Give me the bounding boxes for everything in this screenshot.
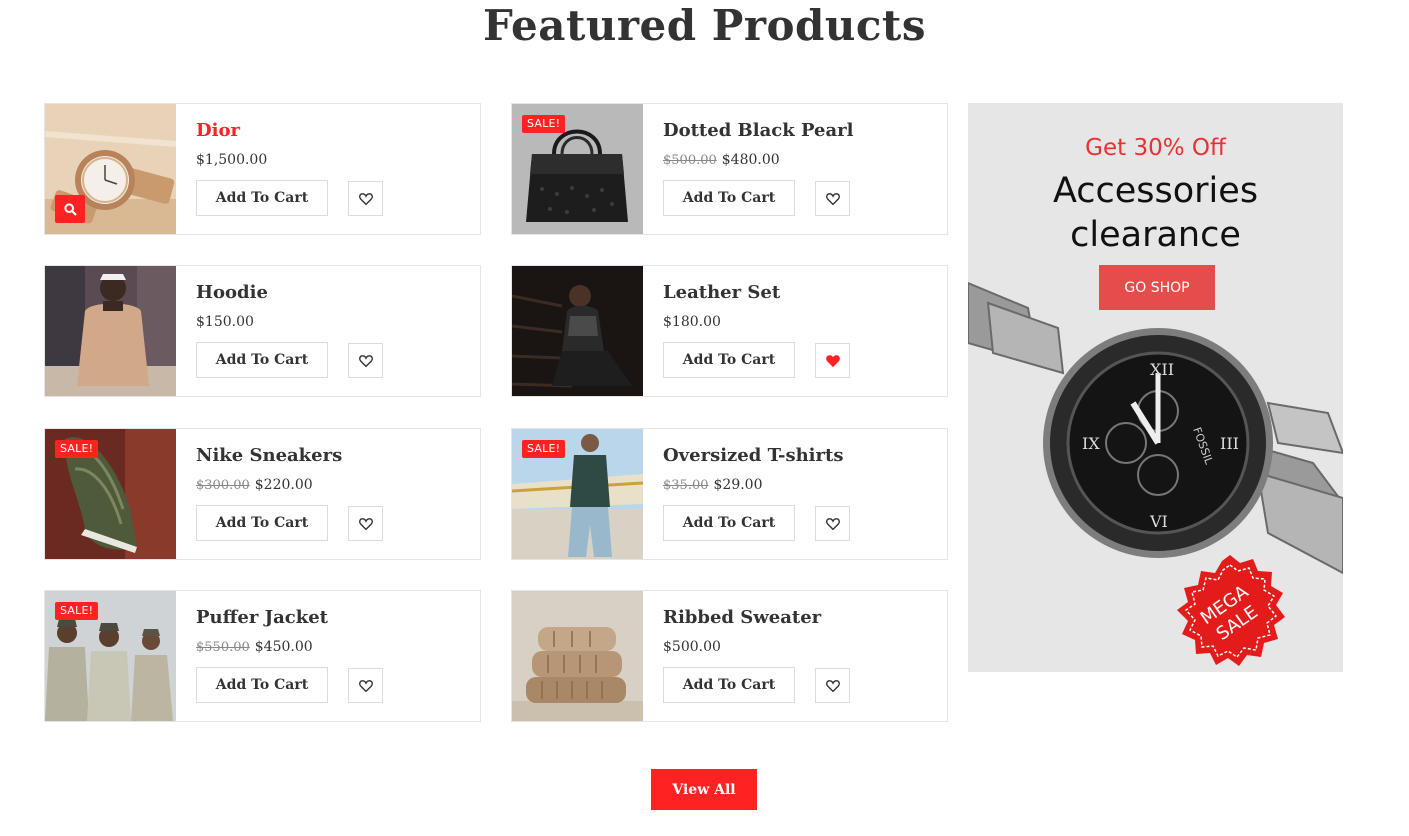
product-name[interactable]: Hoodie — [196, 282, 268, 303]
handbag-image[interactable]: SALE! — [512, 104, 643, 234]
add-to-cart-button[interactable]: Add To Cart — [663, 505, 795, 541]
sale-badge: SALE! — [55, 602, 99, 620]
add-to-cart-button[interactable]: Add To Cart — [196, 667, 328, 703]
product-name[interactable]: Leather Set — [663, 282, 780, 303]
product-price: $1,500.00 — [196, 152, 267, 168]
section-title: Featured Products — [483, 1, 926, 50]
product-name[interactable]: Oversized T-shirts — [663, 445, 843, 466]
heart-outline-icon — [358, 680, 373, 692]
puffer-jacket-image[interactable]: SALE! — [45, 591, 176, 721]
sale-badge: SALE! — [522, 440, 566, 458]
product-price: $35.00 $29.00 — [663, 477, 763, 493]
product-price: $500.00 $480.00 — [663, 152, 780, 168]
current-price: $150.00 — [196, 314, 254, 330]
add-to-cart-button[interactable]: Add To Cart — [663, 342, 795, 378]
heart-outline-icon — [825, 680, 840, 692]
current-price: $450.00 — [254, 639, 313, 655]
heart-outline-icon — [825, 518, 840, 530]
product-name[interactable]: Puffer Jacket — [196, 607, 328, 628]
product-price: $550.00 $450.00 — [196, 639, 313, 655]
search-icon — [63, 202, 77, 216]
current-price: $480.00 — [721, 152, 780, 168]
go-shop-button[interactable]: GO SHOP — [1099, 265, 1215, 310]
product-price: $150.00 — [196, 314, 254, 330]
current-price: $180.00 — [663, 314, 721, 330]
view-all-button[interactable]: View All — [651, 769, 757, 810]
tshirt-model-image[interactable]: SALE! — [512, 429, 643, 559]
old-price: $300.00 — [196, 478, 250, 493]
quick-view-button[interactable] — [55, 195, 85, 223]
current-price: $1,500.00 — [196, 152, 268, 168]
leather-set-model-image[interactable] — [512, 266, 643, 396]
product-card-oversized-t-shirts: SALE! Oversized T-shirts $35.00 $29.00 Ad… — [511, 428, 948, 560]
svg-text:XII: XII — [1150, 360, 1174, 379]
product-card-dotted-black-pearl: SALE! Dotted Black Pearl $500.00 $480.00 … — [511, 103, 948, 235]
old-price: $550.00 — [196, 640, 250, 655]
wishlist-button[interactable] — [348, 506, 383, 541]
sale-badge: SALE! — [522, 115, 566, 133]
sweater-stack-image[interactable] — [512, 591, 643, 721]
svg-text:IX: IX — [1082, 434, 1100, 453]
product-card-puffer-jacket: SALE! Puffer Jacket $550.00 $450.00 Add T… — [44, 590, 481, 722]
product-price: $500.00 — [663, 639, 721, 655]
product-card-leather-set: Leather Set $180.00 Add To Cart — [511, 265, 948, 397]
add-to-cart-button[interactable]: Add To Cart — [196, 342, 328, 378]
wishlist-button[interactable] — [348, 343, 383, 378]
wishlist-button[interactable] — [348, 181, 383, 216]
sneaker-image[interactable]: SALE! — [45, 429, 176, 559]
wishlist-button[interactable] — [815, 343, 850, 378]
heart-outline-icon — [358, 518, 373, 530]
product-card-nike-sneakers: SALE! Nike Sneakers $300.00 $220.00 Add T… — [44, 428, 481, 560]
banner-offer: Get 30% Off — [1085, 135, 1226, 161]
current-price: $29.00 — [713, 477, 763, 493]
hoodie-model-image[interactable] — [45, 266, 176, 396]
wishlist-button[interactable] — [815, 181, 850, 216]
wishlist-button[interactable] — [815, 668, 850, 703]
current-price: $500.00 — [663, 639, 721, 655]
old-price: $35.00 — [663, 478, 709, 493]
add-to-cart-button[interactable]: Add To Cart — [663, 180, 795, 216]
wishlist-button[interactable] — [348, 668, 383, 703]
svg-text:III: III — [1220, 434, 1239, 453]
product-name[interactable]: Nike Sneakers — [196, 445, 342, 466]
banner-title-line2: clearance — [1070, 215, 1241, 255]
promo-banner[interactable]: XII III VI IX FOSSIL MEGA SALE Get 30% Off … — [968, 103, 1343, 672]
sale-badge: SALE! — [55, 440, 99, 458]
product-price: $180.00 — [663, 314, 721, 330]
add-to-cart-button[interactable]: Add To Cart — [196, 505, 328, 541]
heart-outline-icon — [825, 193, 840, 205]
product-card-ribbed-sweater: Ribbed Sweater $500.00 Add To Cart — [511, 590, 948, 722]
watch-image[interactable] — [45, 104, 176, 234]
product-name[interactable]: Dior — [196, 120, 240, 141]
product-card-hoodie: Hoodie $150.00 Add To Cart — [44, 265, 481, 397]
product-name[interactable]: Dotted Black Pearl — [663, 120, 853, 141]
add-to-cart-button[interactable]: Add To Cart — [663, 667, 795, 703]
banner-title: Accessories clearance — [968, 169, 1343, 257]
heart-outline-icon — [358, 355, 373, 367]
heart-outline-icon — [358, 193, 373, 205]
product-name[interactable]: Ribbed Sweater — [663, 607, 821, 628]
banner-title-line1: Accessories — [1052, 171, 1259, 211]
add-to-cart-button[interactable]: Add To Cart — [196, 180, 328, 216]
product-card-dior: Dior $1,500.00 Add To Cart — [44, 103, 481, 235]
heart-filled-icon — [825, 355, 840, 367]
svg-text:VI: VI — [1149, 512, 1168, 531]
wishlist-button[interactable] — [815, 506, 850, 541]
current-price: $220.00 — [254, 477, 313, 493]
old-price: $500.00 — [663, 153, 717, 168]
product-price: $300.00 $220.00 — [196, 477, 313, 493]
